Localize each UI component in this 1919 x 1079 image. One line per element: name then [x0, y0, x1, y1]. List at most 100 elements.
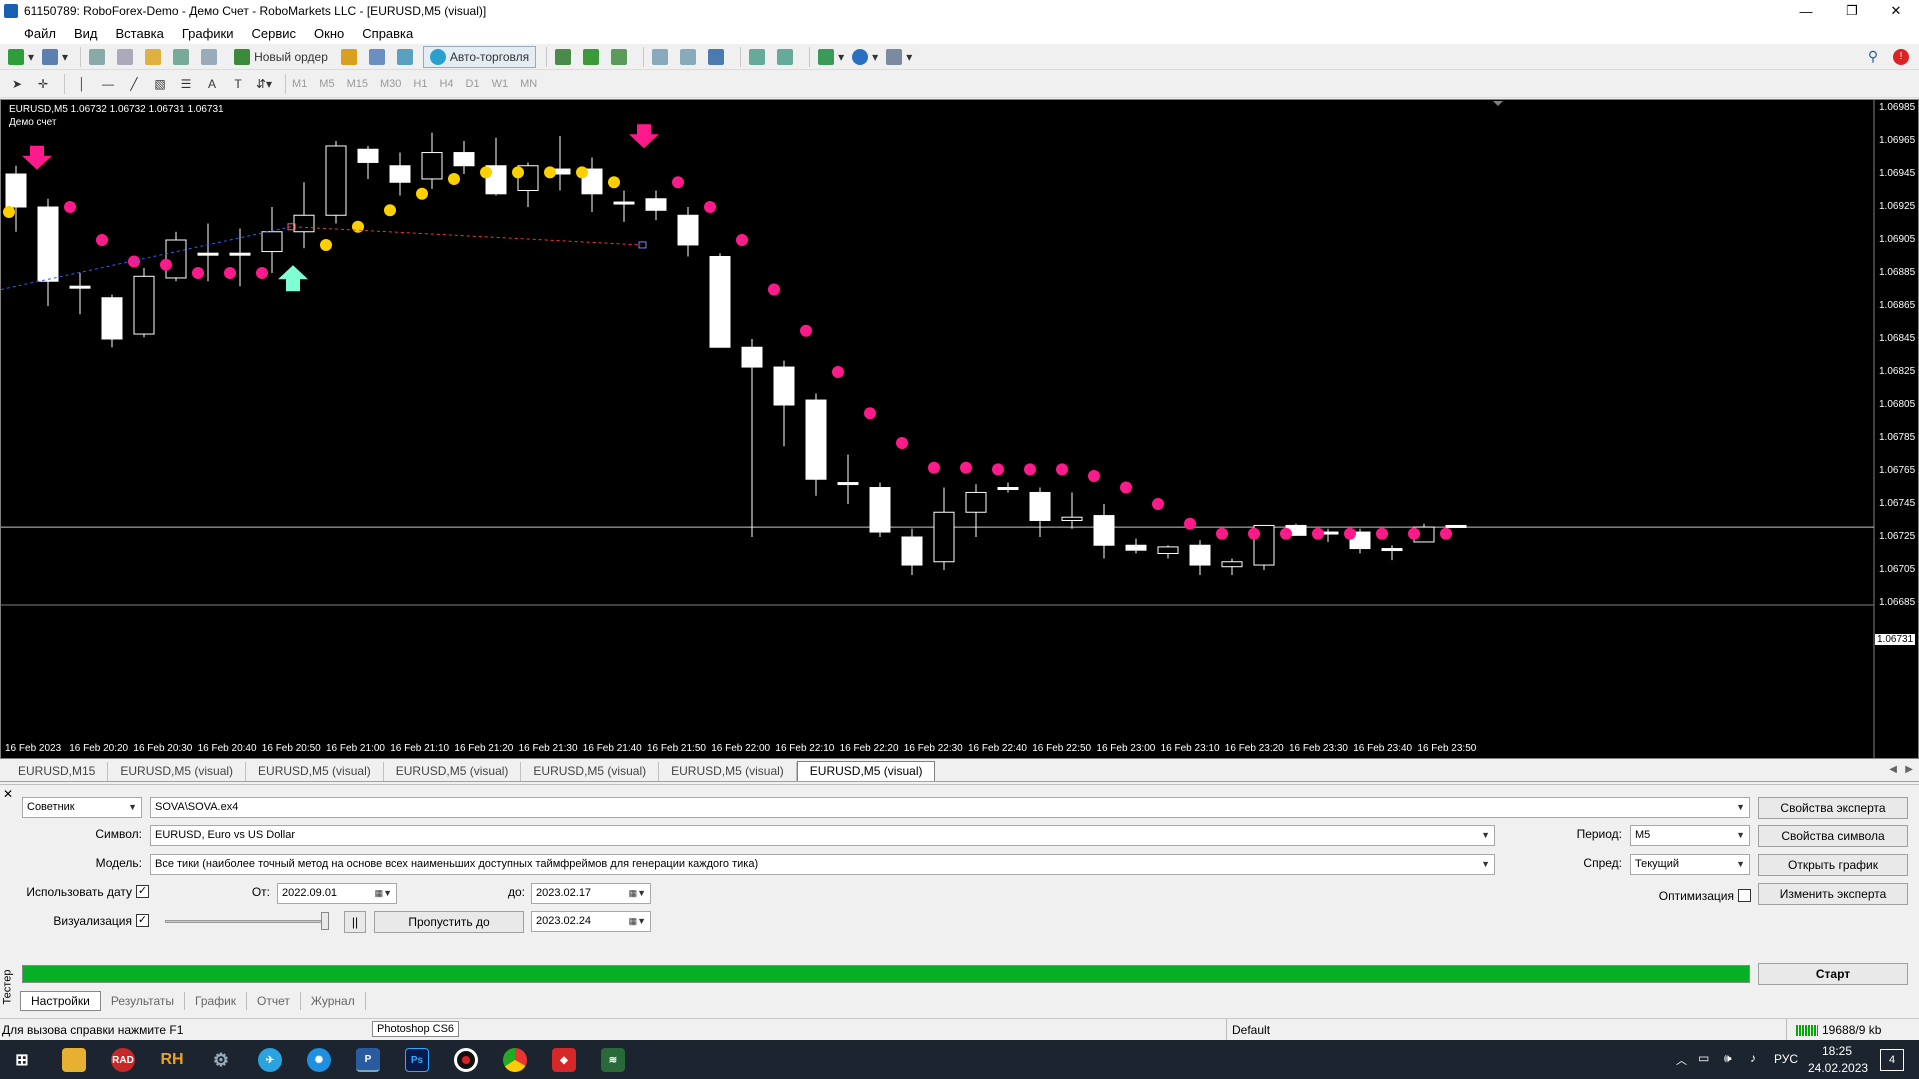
autoscroll-button[interactable] [775, 46, 799, 68]
periods-button[interactable]: ▾ [850, 46, 880, 68]
menu-charts[interactable]: Графики [182, 26, 234, 41]
text-label-tool[interactable]: T [227, 73, 249, 95]
model-select[interactable]: Все тики (наиболее точный метод на основ… [150, 854, 1495, 875]
bar-chart-button[interactable] [553, 46, 577, 68]
timeframe-h1[interactable]: H1 [413, 78, 427, 90]
open-chart-button[interactable]: Открыть график [1758, 854, 1908, 876]
symbol-select[interactable]: EURUSD, Euro vs US Dollar ▼ [150, 825, 1495, 846]
slider-thumb[interactable] [321, 912, 329, 930]
strategy-tester-button[interactable] [199, 46, 223, 68]
timeframe-mn[interactable]: MN [520, 78, 537, 90]
crosshair-tool[interactable]: ✛ [32, 73, 54, 95]
market-watch-button[interactable] [87, 46, 111, 68]
visualization-checkbox[interactable]: ✓ [136, 914, 149, 927]
cursor-tool[interactable]: ➤ [6, 73, 28, 95]
tab-graph[interactable]: График [185, 992, 248, 1010]
clock-date[interactable]: 24.02.2023 [1808, 1061, 1868, 1075]
timeframe-h4[interactable]: H4 [439, 78, 453, 90]
tab-results[interactable]: Результаты [101, 992, 186, 1010]
tab-scroll-right-icon[interactable]: ▶ [1905, 764, 1913, 775]
vertical-line-tool[interactable]: │ [71, 73, 93, 95]
price-chart[interactable]: EURUSD,M5 1.06732 1.06732 1.06731 1.0673… [0, 99, 1919, 759]
chart-tab[interactable]: EURUSD,M5 (visual) [384, 762, 522, 781]
arrows-tool[interactable]: ⇵▾ [253, 73, 275, 95]
chart-tab[interactable]: EURUSD,M5 (visual) [659, 762, 797, 781]
line-chart-button[interactable] [609, 46, 633, 68]
radmin-icon[interactable]: RAD [111, 1048, 135, 1072]
trendline-tool[interactable]: ╱ [123, 73, 145, 95]
templates-button[interactable]: ▾ [884, 46, 914, 68]
pause-button[interactable]: || [344, 911, 366, 933]
tab-report[interactable]: Отчет [247, 992, 301, 1010]
text-tool[interactable]: A [201, 73, 223, 95]
search-button[interactable]: ⚲ [1862, 46, 1884, 68]
file-explorer-icon[interactable] [62, 1048, 86, 1072]
notifications-button[interactable]: ! [1890, 46, 1912, 68]
signals-button[interactable] [367, 46, 391, 68]
tray-arrow-icon[interactable]: ︿ [1676, 1052, 1687, 1068]
visualization-speed-slider[interactable] [165, 920, 325, 923]
zoom-in-button[interactable] [650, 46, 674, 68]
new-order-button[interactable]: Новый ордер [227, 46, 335, 68]
new-chart-button[interactable]: ▾ [6, 46, 36, 68]
metaeditor-button[interactable] [339, 46, 363, 68]
maximize-button[interactable]: ❐ [1829, 0, 1875, 22]
menu-insert[interactable]: Вставка [116, 26, 164, 41]
clock-time[interactable]: 18:25 [1822, 1044, 1852, 1058]
use-date-checkbox[interactable]: ✓ [136, 885, 149, 898]
auto-trading-button[interactable]: Авто-торговля [422, 45, 537, 68]
tab-journal[interactable]: Журнал [301, 992, 366, 1010]
windows-start-icon[interactable]: ⊞ [10, 1048, 34, 1072]
tray-speaker-icon[interactable]: ♪ [1750, 1051, 1756, 1065]
tab-scroll-left-icon[interactable]: ◀ [1889, 764, 1897, 775]
chart-shift-button[interactable] [747, 46, 771, 68]
chart-tab-active[interactable]: EURUSD,M5 (visual) [796, 761, 936, 781]
chart-canvas[interactable] [1, 100, 1918, 758]
gear-icon[interactable]: ⚙ [209, 1048, 233, 1072]
symbol-properties-button[interactable]: Свойства символа [1758, 825, 1908, 847]
market-button[interactable] [395, 46, 419, 68]
photoshop-icon[interactable]: Ps [405, 1048, 429, 1072]
chart-tab[interactable]: EURUSD,M5 (visual) [246, 762, 384, 781]
tab-settings[interactable]: Настройки [20, 991, 101, 1011]
spread-select[interactable]: Текущий ▼ [1630, 854, 1750, 875]
modify-expert-button[interactable]: Изменить эксперта [1758, 883, 1908, 905]
candlestick-button[interactable] [581, 46, 605, 68]
rh-icon[interactable]: RH [160, 1048, 184, 1072]
profiles-button[interactable]: ▾ [40, 46, 70, 68]
browser-icon[interactable]: ✺ [307, 1048, 331, 1072]
optimization-checkbox[interactable] [1738, 889, 1751, 902]
notification-center-icon[interactable]: 4 [1880, 1049, 1904, 1071]
panel-close-icon[interactable]: ✕ [3, 787, 13, 801]
navigator-button[interactable] [143, 46, 167, 68]
menu-view[interactable]: Вид [74, 26, 98, 41]
to-date-input[interactable]: 2023.02.17 ▦▼ [531, 883, 651, 904]
timeframe-w1[interactable]: W1 [492, 78, 509, 90]
zoom-out-button[interactable] [678, 46, 702, 68]
timeframe-m1[interactable]: M1 [292, 78, 307, 90]
skip-to-button[interactable]: Пропустить до [374, 911, 524, 933]
menu-tools[interactable]: Сервис [252, 26, 297, 41]
minimize-button[interactable]: — [1783, 0, 1829, 22]
timeframe-d1[interactable]: D1 [466, 78, 480, 90]
timeframe-m30[interactable]: M30 [380, 78, 401, 90]
chart-tab[interactable]: EURUSD,M5 (visual) [521, 762, 660, 781]
timeframe-m15[interactable]: M15 [347, 78, 368, 90]
tray-volume-icon[interactable]: 🕪 [1724, 1051, 1732, 1066]
chart-tab[interactable]: EURUSD,M15 [6, 762, 109, 781]
horizontal-line-tool[interactable]: — [97, 73, 119, 95]
chrome-icon[interactable] [503, 1048, 527, 1072]
fibonacci-tool[interactable]: ☰ [175, 73, 197, 95]
expert-select[interactable]: SOVA\SOVA.ex4 ▼ [150, 797, 1750, 818]
menu-help[interactable]: Справка [362, 26, 413, 41]
record-icon[interactable] [454, 1048, 478, 1072]
period-select[interactable]: M5 ▼ [1630, 825, 1750, 846]
tester-type-select[interactable]: Советник ▼ [22, 797, 142, 818]
tile-windows-button[interactable] [706, 46, 730, 68]
language-indicator[interactable]: РУС [1774, 1052, 1798, 1066]
chart-tab[interactable]: EURUSD,M5 (visual) [108, 762, 247, 781]
terminal-button[interactable] [171, 46, 195, 68]
chart-app-icon[interactable]: ≋ [601, 1048, 625, 1072]
start-button[interactable]: Старт [1758, 963, 1908, 985]
tray-network-icon[interactable]: ▭ [1698, 1051, 1709, 1065]
